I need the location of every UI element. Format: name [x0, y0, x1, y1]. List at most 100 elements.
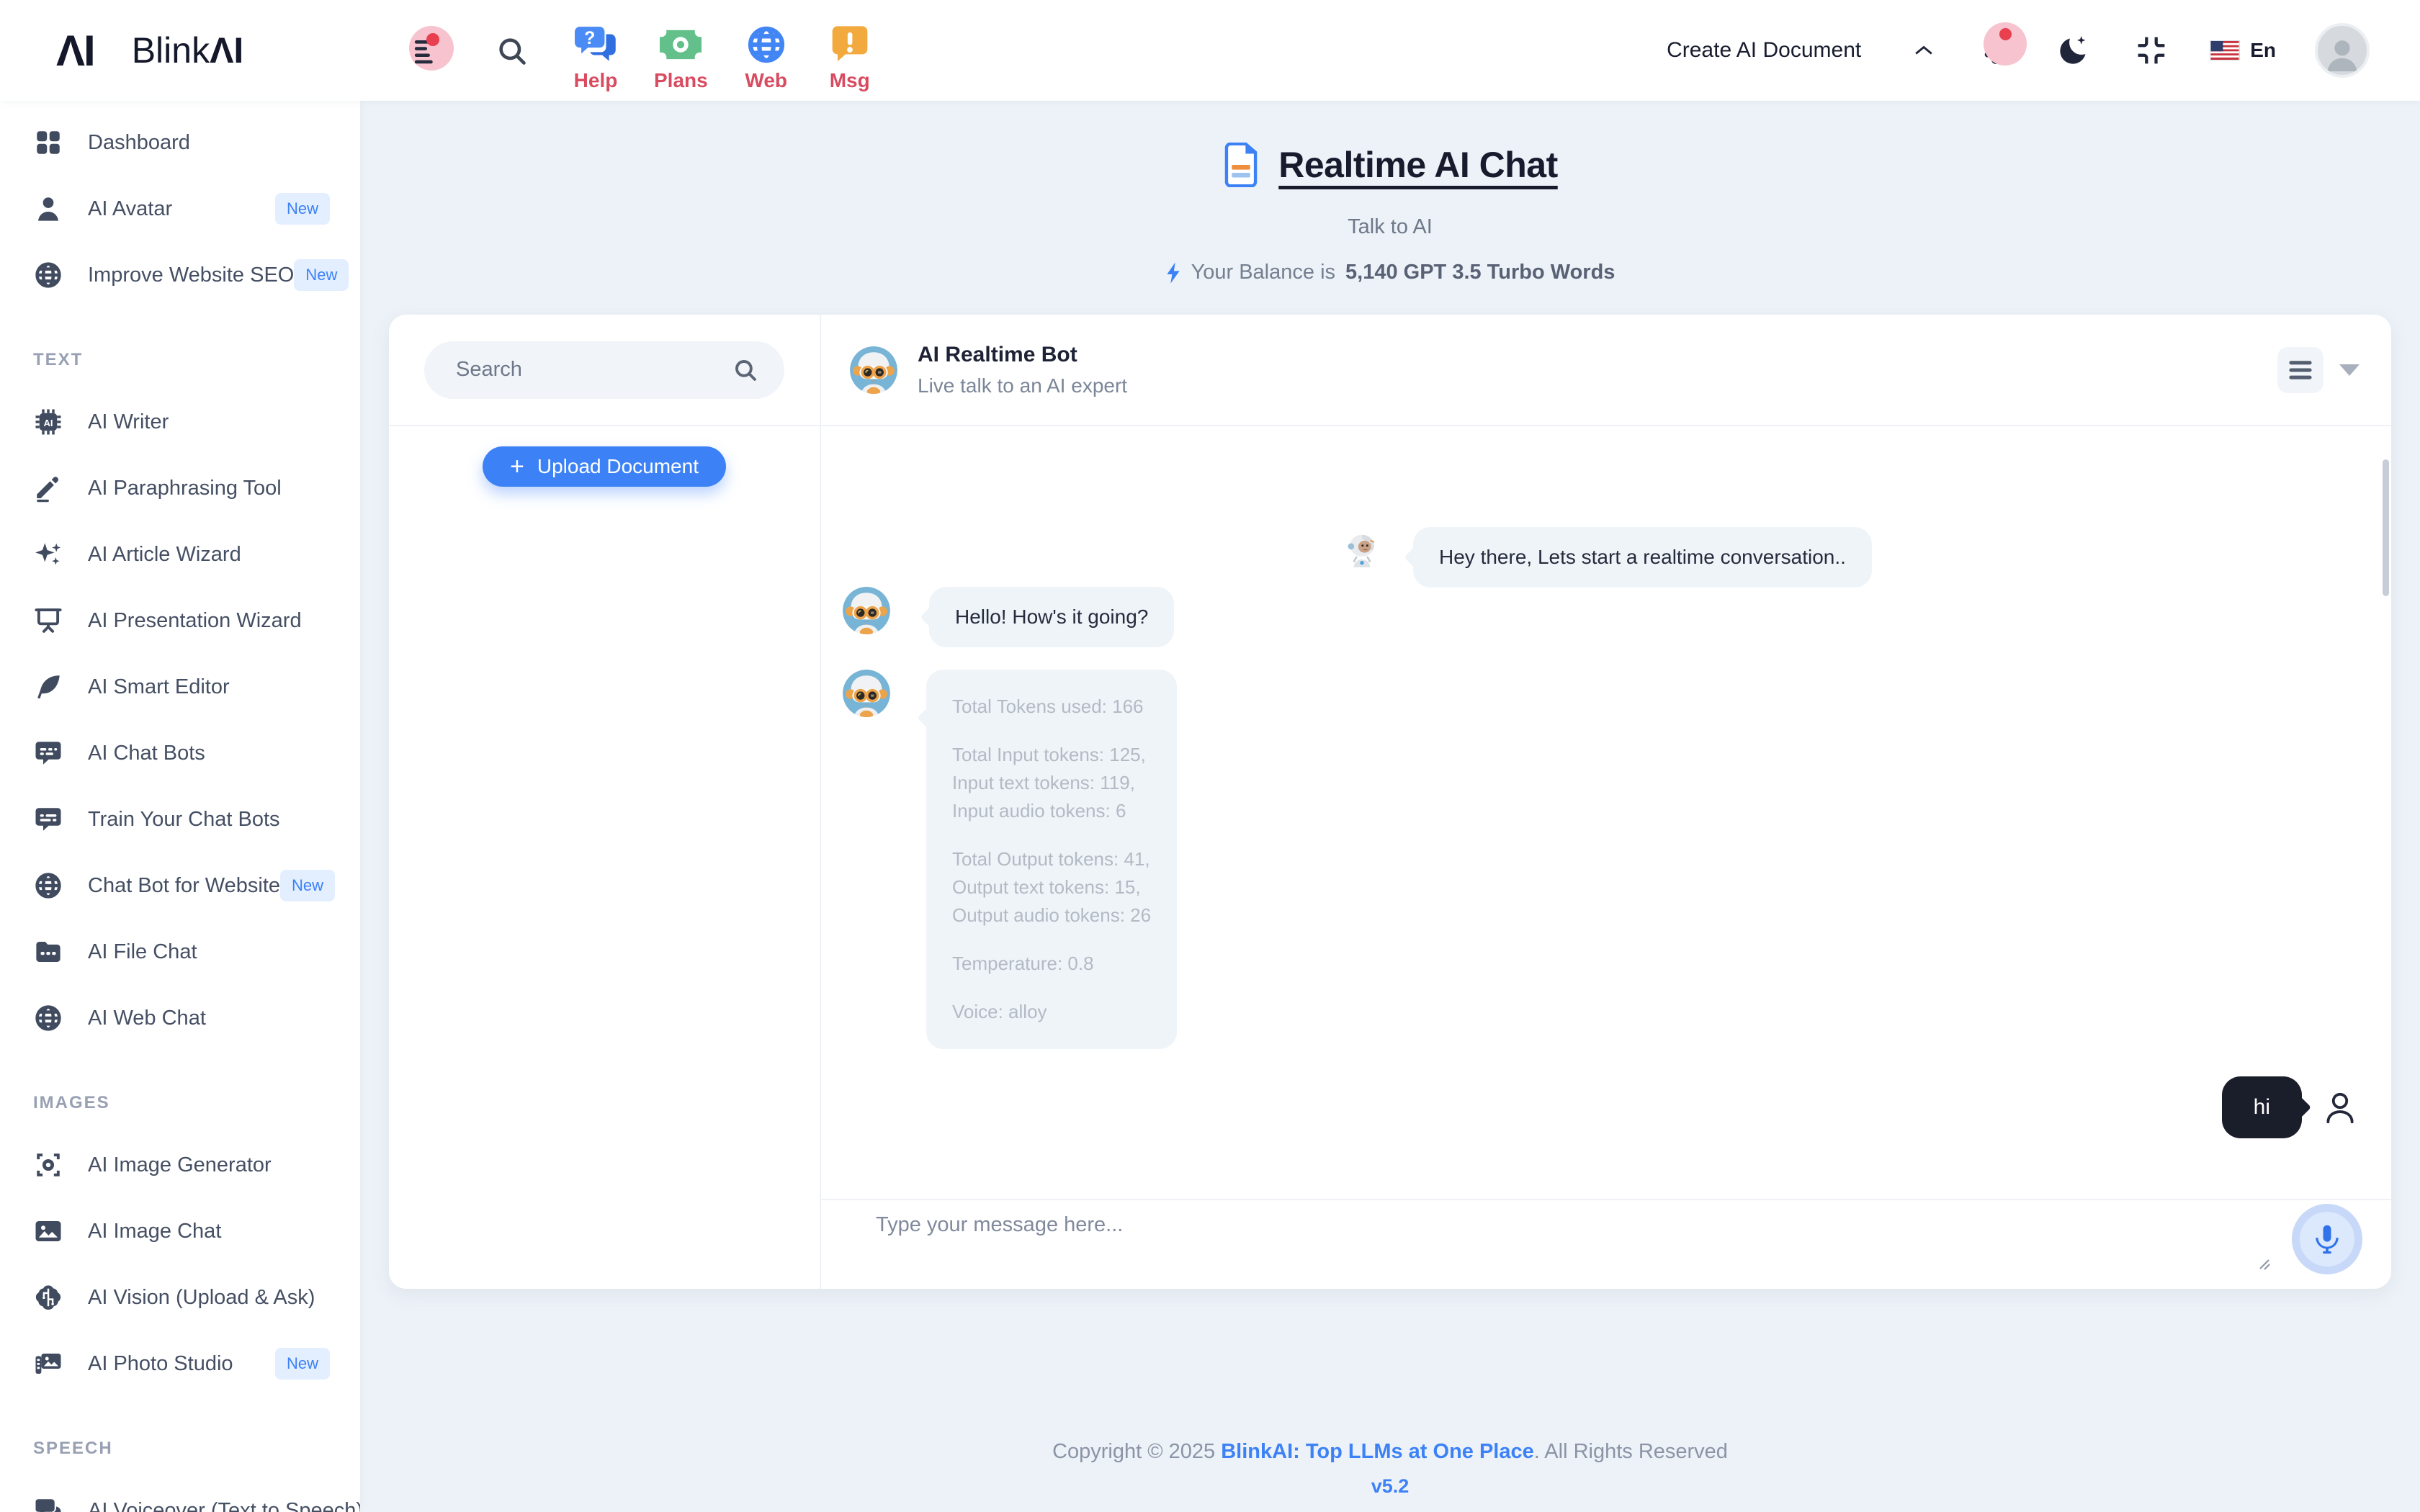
- brand-logo[interactable]: ΛI BlinkΛI: [0, 26, 360, 76]
- bot-meta: AI Realtime Bot Live talk to an AI exper…: [918, 343, 1127, 397]
- voice-record-button[interactable]: [2292, 1204, 2362, 1274]
- image-icon: [33, 1216, 63, 1246]
- logo-name-bold: ΛI: [210, 30, 243, 71]
- sidebar-item-ai-photo-studio[interactable]: AI Photo StudioNew: [0, 1331, 360, 1397]
- globe-icon: [33, 1003, 63, 1033]
- sidebar-item-ai-file-chat[interactable]: AI File Chat: [0, 919, 360, 985]
- person-icon: [33, 194, 63, 224]
- plans-link[interactable]: Plans: [654, 24, 708, 92]
- sidebar-item-label: Dashboard: [88, 131, 190, 155]
- assistant-robot-avatar: [1344, 531, 1380, 567]
- camera-viewfinder-icon: [33, 1150, 63, 1180]
- chat-panel: AI Realtime Bot Live talk to an AI exper…: [821, 315, 2391, 1289]
- upload-document-label: Upload Document: [537, 455, 699, 478]
- document-search-input[interactable]: [424, 341, 784, 399]
- sidebar-item-label: AI Smart Editor: [88, 675, 230, 699]
- plans-money-icon: [660, 24, 702, 65]
- dark-mode-toggle[interactable]: [2057, 34, 2090, 67]
- logo-mark: ΛI: [56, 26, 94, 76]
- sidebar-item-ai-writer[interactable]: AIAI Writer: [0, 389, 360, 455]
- logo-name: BlinkΛI: [132, 30, 244, 71]
- notification-dot: [426, 33, 439, 46]
- sidebar-item-ai-article-wizard[interactable]: AI Article Wizard: [0, 521, 360, 588]
- message-input[interactable]: [874, 1212, 2207, 1278]
- sidebar-item-ai-paraphrasing-tool[interactable]: AI Paraphrasing Tool: [0, 455, 360, 521]
- sidebar-item-ai-chat-bots[interactable]: AI Chat Bots: [0, 720, 360, 786]
- sidebar-item-ai-avatar[interactable]: AI AvatarNew: [0, 176, 360, 242]
- sidebar-item-label: AI Chat Bots: [88, 742, 205, 765]
- resize-handle-icon[interactable]: [2254, 1254, 2270, 1270]
- web-link[interactable]: Web: [741, 24, 792, 92]
- create-ai-document-button[interactable]: Create AI Document: [1667, 38, 1861, 63]
- svg-text:AI: AI: [43, 418, 53, 428]
- msg-link[interactable]: Msg: [825, 24, 875, 92]
- sidebar-item-ai-image-generator[interactable]: AI Image Generator: [0, 1132, 360, 1198]
- notifications-button[interactable]: [1979, 34, 2012, 67]
- bot-message-bubble: Hello! How's it going?: [929, 587, 1174, 647]
- documents-panel: + Upload Document: [389, 315, 821, 1289]
- new-badge: New: [280, 870, 335, 901]
- sidebar-item-ai-web-chat[interactable]: AI Web Chat: [0, 985, 360, 1051]
- svg-text:?: ?: [584, 29, 595, 48]
- sidebar-item-dashboard[interactable]: Dashboard: [0, 109, 360, 176]
- sidebar-item-label: AI File Chat: [88, 940, 197, 964]
- bot-message: Hey there, Lets start a realtime convers…: [1344, 527, 1872, 588]
- msg-alert-icon: [829, 24, 871, 65]
- sidebar-item-improve-website-seo[interactable]: Improve Website SEONew: [0, 242, 360, 308]
- bot-message: Hello! How's it going?: [843, 587, 1174, 647]
- sidebar-item-ai-voiceover-text-to-speech[interactable]: AI Voiceover (Text to Speech): [0, 1477, 360, 1512]
- copyright-prefix: Copyright © 2025: [1052, 1440, 1221, 1463]
- bot-tagline: Live talk to an AI expert: [918, 374, 1127, 397]
- bolt-icon: [1165, 261, 1181, 284]
- bot-avatar: [843, 670, 890, 717]
- chat-menu-button[interactable]: [2277, 347, 2323, 393]
- sidebar-item-train-your-chat-bots[interactable]: Train Your Chat Bots: [0, 786, 360, 852]
- folder-icon: [33, 937, 63, 967]
- token-stats-line: Total Input tokens: 125, Input text toke…: [952, 741, 1151, 825]
- bot-name: AI Realtime Bot: [918, 343, 1127, 367]
- web-globe-icon: [745, 24, 787, 65]
- help-link[interactable]: ? Help: [570, 24, 621, 92]
- sidebar-item-label: AI Photo Studio: [88, 1352, 233, 1376]
- footer-brand-link[interactable]: BlinkAI: Top LLMs at One Place: [1221, 1440, 1534, 1463]
- sidebar-item-label: AI Image Chat: [88, 1220, 221, 1243]
- documents-search-area: [389, 315, 820, 426]
- sidebar-item-label: AI Vision (Upload & Ask): [88, 1286, 315, 1310]
- chat-card: + Upload Document AI Realtime Bot Live t…: [389, 315, 2391, 1289]
- language-label: En: [2250, 39, 2276, 62]
- sidebar-item-ai-presentation-wizard[interactable]: AI Presentation Wizard: [0, 588, 360, 654]
- web-label: Web: [745, 69, 787, 92]
- fullscreen-compress-button[interactable]: [2135, 34, 2168, 67]
- moon-icon: [2057, 34, 2090, 67]
- chevron-up-icon[interactable]: [1913, 44, 1935, 57]
- dashboard-icon: [33, 127, 63, 158]
- upload-document-button[interactable]: + Upload Document: [483, 446, 726, 487]
- token-stats-line: Total Output tokens: 41, Output text tok…: [952, 845, 1151, 930]
- menu-toggle-button[interactable]: [403, 35, 454, 68]
- plus-icon: +: [510, 454, 524, 479]
- user-avatar[interactable]: [2315, 23, 2370, 78]
- bot-message: Total Tokens used: 166 Total Input token…: [843, 670, 1177, 1049]
- brain-icon: [33, 1282, 63, 1313]
- balance-value: 5,140 GPT 3.5 Turbo Words: [1345, 261, 1615, 284]
- copyright-line: Copyright © 2025 BlinkAI: Top LLMs at On…: [360, 1440, 2420, 1464]
- token-stats-line: Total Tokens used: 166: [952, 693, 1151, 721]
- chip-ai-icon: AI: [33, 407, 63, 437]
- chevron-down-icon[interactable]: [2339, 364, 2360, 376]
- language-selector[interactable]: En: [2210, 39, 2276, 62]
- balance-prefix: Your Balance is: [1191, 261, 1335, 284]
- search-icon: [496, 35, 529, 68]
- chat-scrollbar-thumb[interactable]: [2383, 459, 2389, 596]
- copyright-suffix: . All Rights Reserved: [1534, 1440, 1728, 1463]
- user-message-bubble: hi: [2222, 1076, 2302, 1138]
- sidebar-item-ai-vision-upload-ask[interactable]: AI Vision (Upload & Ask): [0, 1264, 360, 1331]
- sidebar-item-chat-bot-for-website[interactable]: Chat Bot for WebsiteNew: [0, 852, 360, 919]
- version-link[interactable]: v5.2: [360, 1475, 2420, 1498]
- microphone-icon: [2311, 1223, 2343, 1255]
- sidebar-item-ai-image-chat[interactable]: AI Image Chat: [0, 1198, 360, 1264]
- sidebar-item-ai-smart-editor[interactable]: AI Smart Editor: [0, 654, 360, 720]
- new-badge: New: [294, 259, 349, 291]
- feather-icon: [33, 672, 63, 702]
- globe-icon: [33, 870, 63, 901]
- topbar-search-button[interactable]: [487, 35, 537, 68]
